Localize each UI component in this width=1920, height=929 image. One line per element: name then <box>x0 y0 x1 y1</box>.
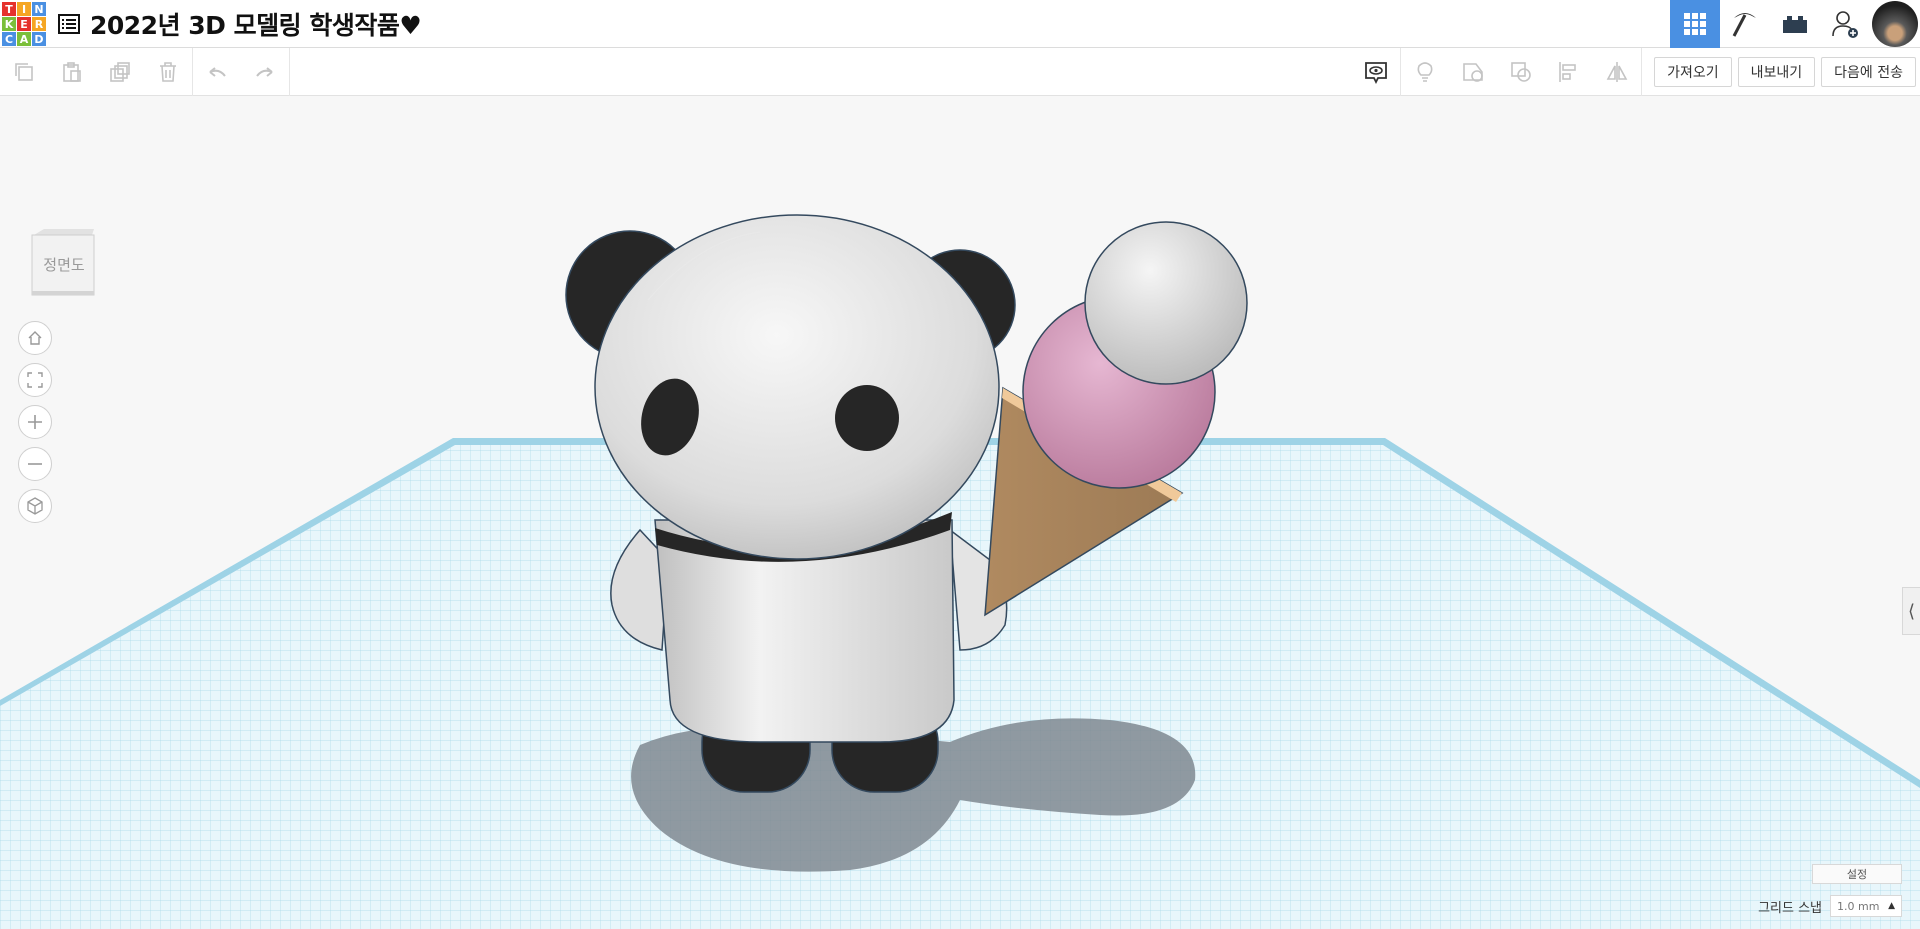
copy-icon[interactable] <box>0 48 48 96</box>
toolbar-left <box>0 48 290 96</box>
toolbar-right: 가져오기 내보내기 다음에 전송 <box>1352 48 1920 96</box>
mirror-icon[interactable] <box>1593 48 1641 96</box>
title-area: 2022년 3D 모델링 학생작품♥ <box>58 6 422 42</box>
design-title[interactable]: 2022년 3D 모델링 학생작품♥ <box>90 6 422 42</box>
logo-tile: D <box>32 32 46 46</box>
grid-view-icon[interactable] <box>1670 0 1720 48</box>
duplicate-icon[interactable] <box>96 48 144 96</box>
avatar[interactable] <box>1872 1 1918 47</box>
header-right-icons <box>1670 0 1920 48</box>
send-to-button[interactable]: 다음에 전송 <box>1821 57 1916 87</box>
grid-snap-value: 1.0 mm <box>1837 899 1880 913</box>
workplane-viewport[interactable]: 정면도 ⟨ <box>0 97 1920 929</box>
logo-tile: A <box>17 32 31 46</box>
panda-right-eye[interactable] <box>835 385 899 451</box>
grid-snap: 그리드 스냅 1.0 mm ▲ <box>1758 894 1902 918</box>
zoom-in-icon[interactable] <box>18 405 52 439</box>
panda-head[interactable] <box>594 214 1000 560</box>
pickaxe-icon[interactable] <box>1720 0 1770 48</box>
tinkercad-logo[interactable]: TIN KER CAD <box>2 2 46 46</box>
zoom-out-icon[interactable] <box>18 447 52 481</box>
edit-toolbar: 가져오기 내보내기 다음에 전송 <box>0 48 1920 96</box>
panel-toggle[interactable]: ⟨ <box>1902 587 1920 635</box>
perspective-icon[interactable] <box>18 489 52 523</box>
grid-snap-label: 그리드 스냅 <box>1758 900 1822 916</box>
brick-icon[interactable] <box>1770 0 1820 48</box>
undo-icon[interactable] <box>193 48 241 96</box>
notes-icon[interactable] <box>1352 48 1400 96</box>
home-icon[interactable] <box>18 321 52 355</box>
logo-tile: R <box>32 17 46 31</box>
ice-cream-white-scoop[interactable] <box>1084 221 1248 385</box>
design-list-icon[interactable] <box>58 14 80 34</box>
import-button[interactable]: 가져오기 <box>1654 57 1732 87</box>
top-bar: TIN KER CAD 2022년 3D 모델링 학생작품♥ <box>0 0 1920 48</box>
logo-tile: C <box>2 32 16 46</box>
logo-tile: E <box>17 17 31 31</box>
workplane-canvas <box>0 214 1920 929</box>
toolbar-divider <box>1641 48 1643 96</box>
logo-tile: N <box>32 2 46 16</box>
logo-tile: T <box>2 2 16 16</box>
export-button[interactable]: 내보내기 <box>1737 57 1816 87</box>
delete-icon[interactable] <box>144 48 192 96</box>
view-cube-label: 정면도 <box>43 256 85 274</box>
settings-button[interactable]: 설정 <box>1812 864 1902 884</box>
grid-snap-select[interactable]: 1.0 mm ▲ <box>1830 895 1902 917</box>
shape-icon[interactable] <box>1449 48 1497 96</box>
fit-view-icon[interactable] <box>18 363 52 397</box>
light-bulb-icon[interactable] <box>1401 48 1449 96</box>
toolbar-divider <box>289 48 290 96</box>
group-icon[interactable] <box>1497 48 1545 96</box>
logo-tile: I <box>17 2 31 16</box>
align-icon[interactable] <box>1545 48 1593 96</box>
caret-up-icon: ▲ <box>1888 901 1895 911</box>
logo-tile: K <box>2 17 16 31</box>
paste-icon[interactable] <box>48 48 96 96</box>
add-user-icon[interactable] <box>1820 0 1870 48</box>
redo-icon[interactable] <box>241 48 289 96</box>
